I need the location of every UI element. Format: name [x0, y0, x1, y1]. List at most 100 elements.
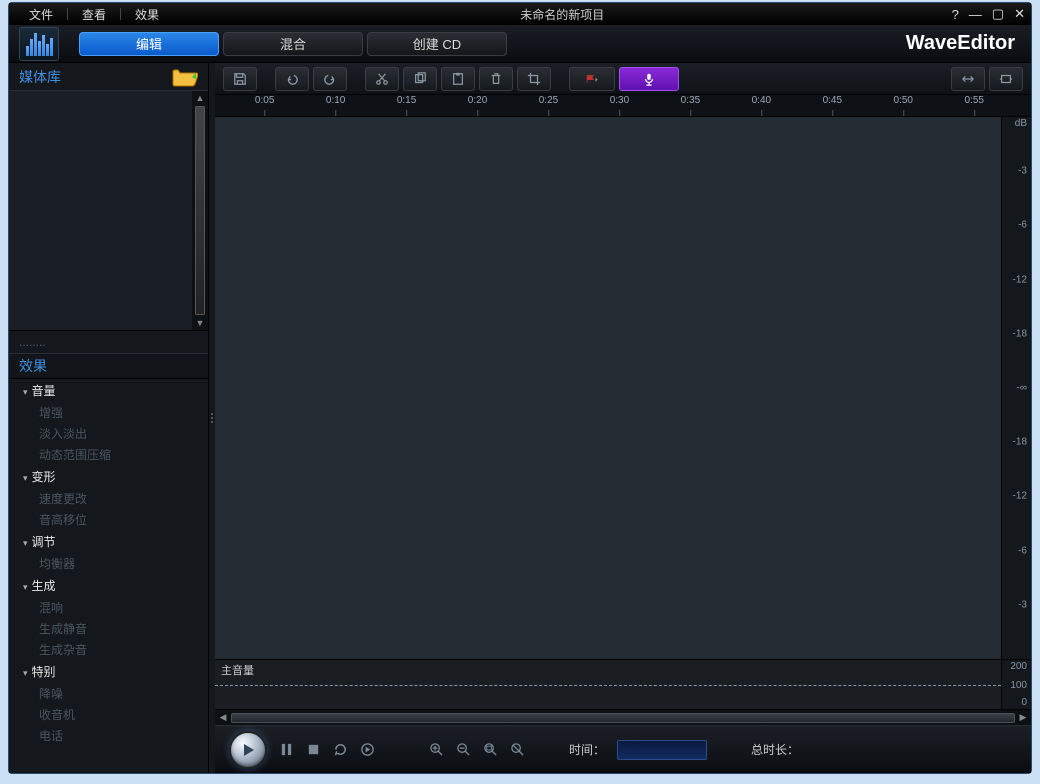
undo-button[interactable]	[275, 67, 309, 91]
db-label: -18	[1013, 437, 1027, 448]
pause-button[interactable]	[279, 742, 294, 757]
zoom-in-button[interactable]	[429, 742, 444, 757]
effects-list: 音量增强淡入淡出动态范围压缩变形速度更改音高移位调节均衡器生成混响生成静音生成杂…	[9, 379, 208, 773]
db-label: -12	[1013, 491, 1027, 502]
hscroll-thumb[interactable]	[231, 713, 1015, 723]
redo-button[interactable]	[313, 67, 347, 91]
master-volume-label: 主音量	[221, 662, 254, 678]
menu-effects[interactable]: 效果	[121, 6, 173, 23]
mode-tab-mix[interactable]: 混合	[223, 32, 363, 56]
paste-button[interactable]	[441, 67, 475, 91]
maximize-button[interactable]: ▢	[992, 6, 1004, 22]
scroll-right-icon[interactable]: ▶	[1015, 712, 1031, 723]
master-volume-track[interactable]: 主音量	[215, 660, 1001, 709]
library-scrollbar[interactable]: ▲ ▼	[192, 91, 208, 330]
library-header: 媒体库	[9, 63, 208, 91]
time-ruler[interactable]: 0:050:100:150:200:250:300:350:400:450:50…	[215, 95, 1031, 117]
zoom-out-button[interactable]	[456, 742, 471, 757]
db-label: -3	[1018, 166, 1027, 177]
effect-category[interactable]: 音量	[9, 379, 208, 402]
ruler-tick: 0:40	[752, 95, 771, 106]
scroll-left-icon[interactable]: ◀	[215, 712, 231, 723]
effect-item[interactable]: 速度更改	[9, 488, 208, 509]
ruler-tick: 0:50	[894, 95, 913, 106]
master-volume-lane: 主音量 200 100 0	[215, 659, 1031, 709]
db-label: -∞	[1017, 383, 1027, 394]
close-button[interactable]: ✕	[1014, 6, 1025, 22]
effect-item[interactable]: 增强	[9, 402, 208, 423]
mode-tab-createcd[interactable]: 创建 CD	[367, 32, 507, 56]
stop-button[interactable]	[306, 742, 321, 757]
marker-button[interactable]	[569, 67, 615, 91]
sidebar-divider: ........	[9, 331, 208, 353]
transport-bar: 时间： 总时长：	[215, 725, 1031, 773]
cut-button[interactable]	[365, 67, 399, 91]
effect-category[interactable]: 特别	[9, 660, 208, 683]
db-label: -18	[1013, 328, 1027, 339]
scroll-up-icon[interactable]: ▲	[196, 91, 205, 105]
crop-button[interactable]	[517, 67, 551, 91]
zoom-selection-button[interactable]	[510, 742, 525, 757]
mvol-scale-mid: 100	[1010, 680, 1027, 691]
app-logo-icon	[19, 27, 59, 61]
ruler-tick: 0:25	[539, 95, 558, 106]
copy-button[interactable]	[403, 67, 437, 91]
effect-category[interactable]: 变形	[9, 465, 208, 488]
menu-file[interactable]: 文件	[15, 6, 67, 23]
help-button[interactable]: ?	[952, 7, 959, 22]
master-volume-scale: 200 100 0	[1001, 660, 1031, 709]
ruler-tick: 0:30	[610, 95, 629, 106]
effect-item[interactable]: 淡入淡出	[9, 423, 208, 444]
menubar: 文件 查看 效果 未命名的新项目 ? — ▢ ✕	[9, 3, 1031, 25]
effect-category[interactable]: 调节	[9, 530, 208, 553]
ruler-tick: 0:55	[965, 95, 984, 106]
fit-horizontal-button[interactable]	[951, 67, 985, 91]
db-unit: dB	[1015, 118, 1027, 129]
effect-item[interactable]: 动态范围压缩	[9, 444, 208, 465]
ruler-tick: 0:10	[326, 95, 345, 106]
open-folder-button[interactable]	[172, 67, 198, 87]
minimize-button[interactable]: —	[969, 7, 982, 22]
waveform-canvas[interactable]	[215, 117, 1001, 659]
time-display[interactable]	[617, 740, 707, 760]
window-title: 未命名的新项目	[173, 6, 952, 23]
zoom-fit-button[interactable]	[483, 742, 498, 757]
next-button[interactable]	[360, 742, 375, 757]
scroll-thumb[interactable]	[195, 106, 205, 315]
effect-item[interactable]: 电话	[9, 725, 208, 746]
effect-item[interactable]: 均衡器	[9, 553, 208, 574]
play-button[interactable]	[229, 731, 267, 769]
sidebar: 媒体库 ▲ ▼ ........ 效果 音量增强淡入淡出动态范围压缩变形速度更改…	[9, 63, 209, 773]
ruler-tick: 0:35	[681, 95, 700, 106]
scroll-down-icon[interactable]: ▼	[196, 316, 205, 330]
db-scale: dB -3-6-12-18-∞-18-12-6-3	[1001, 117, 1031, 659]
effect-category[interactable]: 生成	[9, 574, 208, 597]
waveform-wrap: dB -3-6-12-18-∞-18-12-6-3	[215, 117, 1031, 659]
effect-item[interactable]: 混响	[9, 597, 208, 618]
effect-item[interactable]: 音高移位	[9, 509, 208, 530]
mode-row: 编辑 混合 创建 CD WaveEditor	[9, 25, 1031, 63]
effect-item[interactable]: 生成杂音	[9, 639, 208, 660]
effect-item[interactable]: 生成静音	[9, 618, 208, 639]
app-window: 文件 查看 效果 未命名的新项目 ? — ▢ ✕ 编辑 混合 创建 CD Wav…	[8, 2, 1032, 774]
master-volume-line[interactable]	[215, 685, 1001, 686]
effect-item[interactable]: 收音机	[9, 704, 208, 725]
brand-label: WaveEditor	[906, 32, 1021, 55]
record-button[interactable]	[619, 67, 679, 91]
ruler-tick: 0:45	[823, 95, 842, 106]
delete-button[interactable]	[479, 67, 513, 91]
effect-item[interactable]: 降噪	[9, 683, 208, 704]
menu-view[interactable]: 查看	[68, 6, 120, 23]
loop-button[interactable]	[333, 742, 348, 757]
effects-header: 效果	[9, 353, 208, 379]
db-label: -6	[1018, 545, 1027, 556]
workspace: 0:050:100:150:200:250:300:350:400:450:50…	[215, 63, 1031, 773]
db-label: -12	[1013, 274, 1027, 285]
mode-tab-edit[interactable]: 编辑	[79, 32, 219, 56]
horizontal-scrollbar[interactable]: ◀ ▶	[215, 709, 1031, 725]
db-label: -6	[1018, 220, 1027, 231]
save-button[interactable]	[223, 67, 257, 91]
ruler-tick: 0:15	[397, 95, 416, 106]
fit-selection-button[interactable]	[989, 67, 1023, 91]
mvol-scale-top: 200	[1010, 661, 1027, 672]
